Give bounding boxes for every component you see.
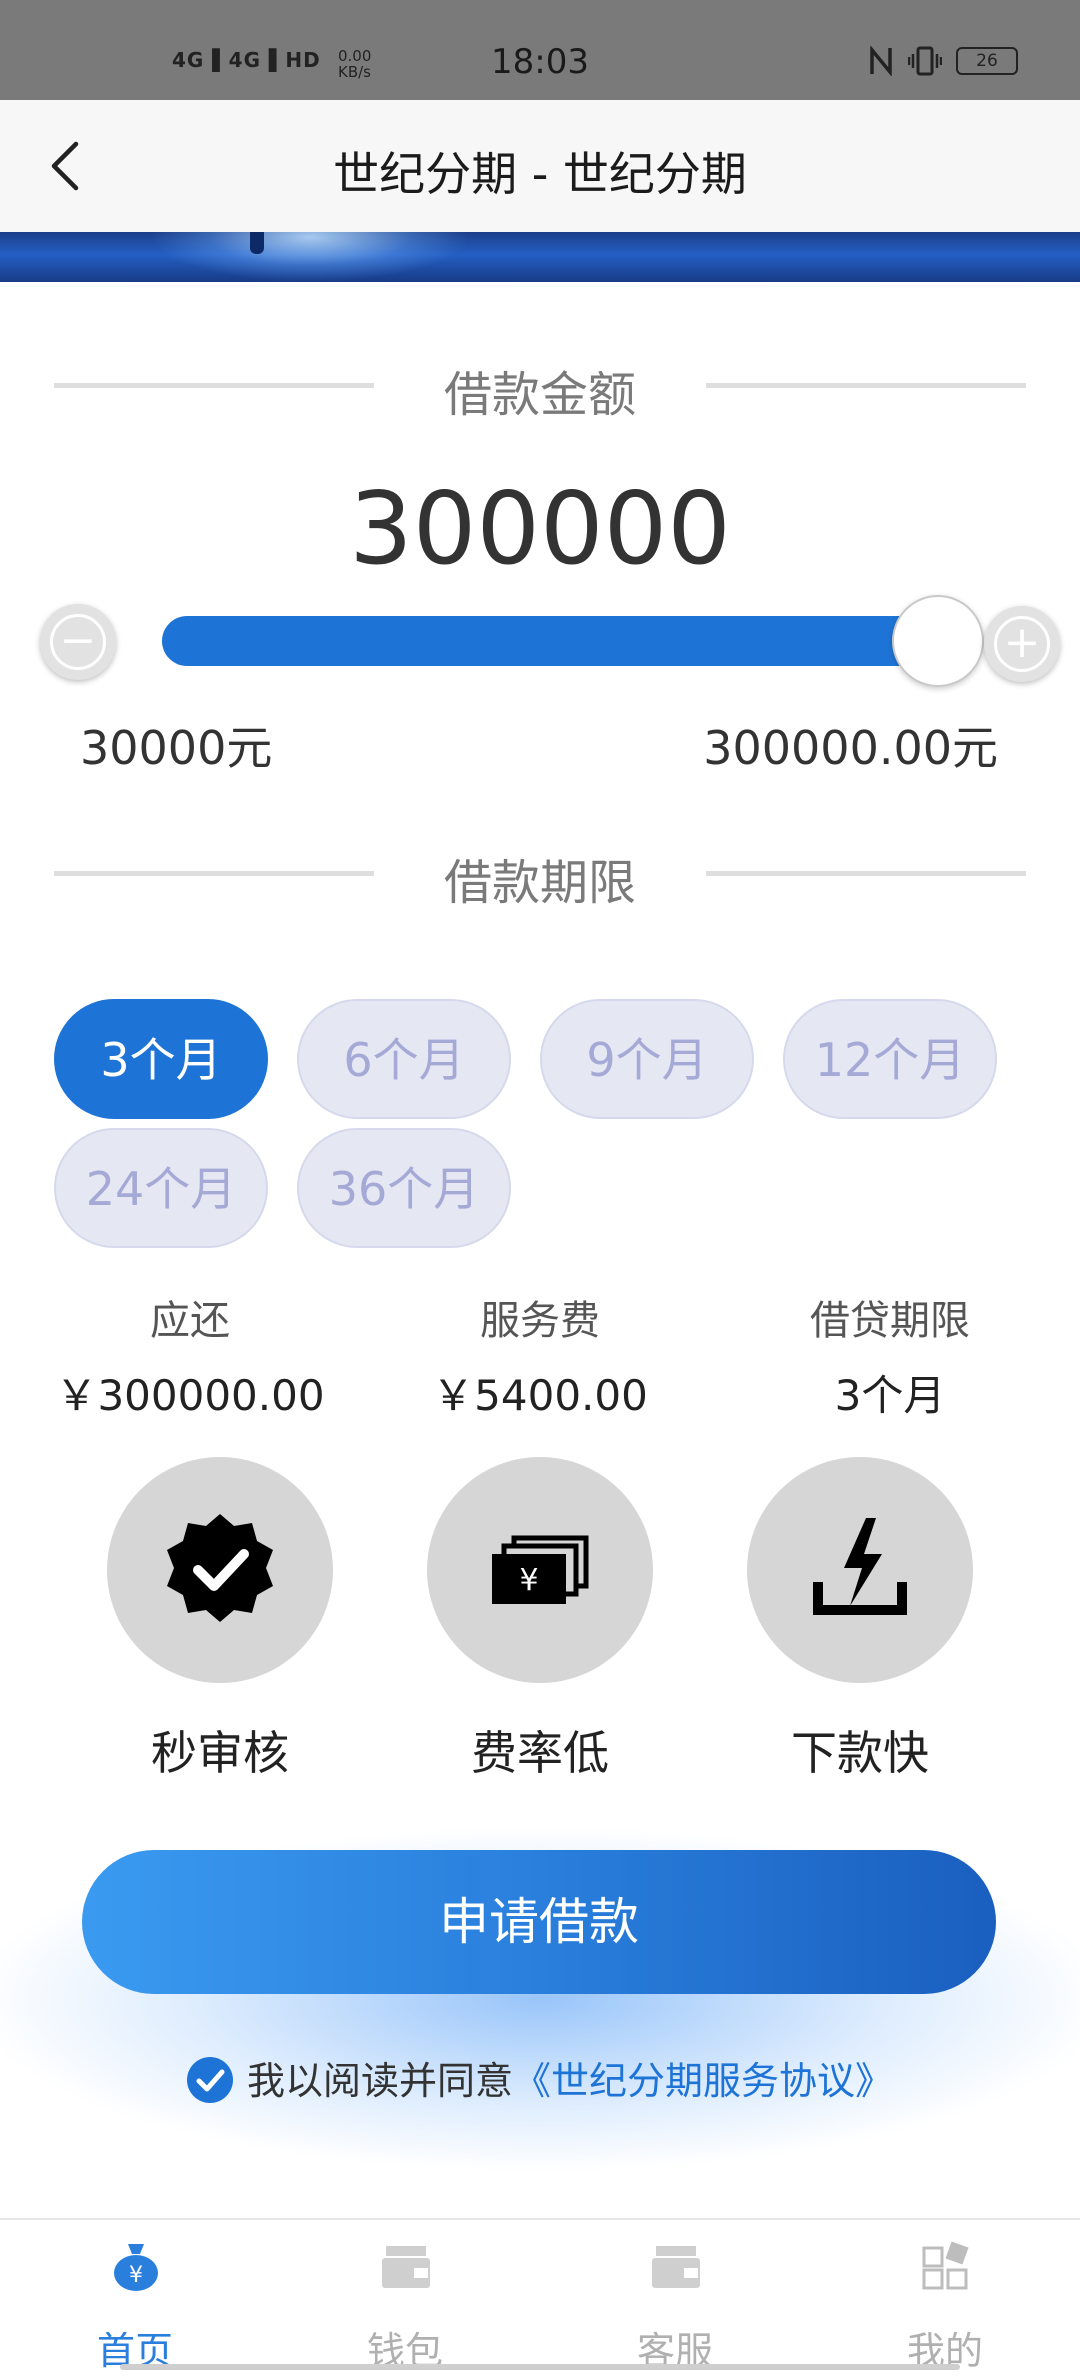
- feature-circle: [747, 1457, 973, 1683]
- bottom-nav: ¥ 首页 钱包 客服 我的: [0, 2218, 1080, 2376]
- plus-icon: +: [994, 616, 1050, 672]
- summary-value: ￥300000.00: [55, 1371, 325, 1420]
- battery-icon: 26: [956, 47, 1018, 75]
- banner-image: [0, 232, 1080, 282]
- agree-checkbox[interactable]: [186, 2056, 233, 2103]
- term-option-12[interactable]: 12个月: [783, 999, 997, 1119]
- feature-fast-review: 秒审核: [107, 1457, 333, 1783]
- home-indicator: [120, 2364, 960, 2370]
- term-option-6[interactable]: 6个月: [297, 999, 511, 1119]
- term-option-9[interactable]: 9个月: [540, 999, 754, 1119]
- summary-label: 应还: [150, 1298, 230, 1344]
- summary-service-fee: 服务费 ￥5400.00: [370, 1288, 710, 1423]
- grid-apps-icon: [922, 2241, 969, 2290]
- min-amount-label: 30000元: [80, 721, 273, 775]
- customer-service-icon: [652, 2246, 700, 2288]
- feature-low-rate: ¥ 费率低: [427, 1457, 653, 1783]
- nfc-icon: [870, 46, 892, 76]
- increase-amount-button[interactable]: +: [984, 606, 1060, 682]
- amount-title-text: 借款金额: [443, 367, 636, 423]
- decrease-amount-button[interactable]: −: [40, 604, 116, 680]
- nav-home[interactable]: ¥ 首页: [0, 2220, 270, 2376]
- status-right: 26: [868, 46, 1018, 76]
- amount-slider-track[interactable]: [162, 616, 948, 666]
- vibrate-icon: [908, 46, 942, 76]
- amount-section-title: 借款金额: [54, 355, 1026, 423]
- summary-label: 借贷期限: [810, 1298, 970, 1344]
- checkmark-icon: [196, 2069, 225, 2091]
- page-title: 世纪分期 - 世纪分期: [333, 147, 747, 201]
- agreement-link[interactable]: 《世纪分期服务协议》: [513, 2059, 893, 2103]
- banner-glow: [150, 232, 470, 282]
- wallet-icon: [382, 2246, 430, 2288]
- apply-loan-button[interactable]: 申请借款: [82, 1850, 996, 1994]
- lightning-icon: [813, 1518, 907, 1615]
- agreement-row: 我以阅读并同意《世纪分期服务协议》: [0, 2050, 1080, 2107]
- nav-wallet[interactable]: 钱包: [270, 2220, 540, 2376]
- minus-icon: −: [50, 614, 106, 670]
- summary-label: 服务费: [480, 1298, 600, 1344]
- summary-repay: 应还 ￥300000.00: [20, 1288, 360, 1423]
- max-amount-label: 300000.00元: [703, 721, 998, 775]
- nav-customer-service[interactable]: 客服: [540, 2220, 810, 2376]
- svg-text:¥: ¥: [519, 1563, 538, 1598]
- divider-line: [706, 383, 1026, 388]
- term-option-3[interactable]: 3个月: [54, 999, 268, 1119]
- app-header: 世纪分期 - 世纪分期: [0, 100, 1080, 232]
- agree-text: 我以阅读并同意: [246, 2059, 513, 2103]
- nav-mine[interactable]: 我的: [810, 2220, 1080, 2376]
- summary-value: 3个月: [834, 1371, 946, 1420]
- banner-sailboat: [250, 232, 264, 254]
- svg-text:¥: ¥: [129, 2263, 143, 2288]
- term-title-text: 借款期限: [443, 855, 636, 911]
- summary-term: 借贷期限 3个月: [720, 1288, 1060, 1423]
- feature-circle: [107, 1457, 333, 1683]
- feature-fast-payout: 下款快: [747, 1457, 973, 1783]
- summary-value: ￥5400.00: [432, 1371, 648, 1420]
- verified-badge-icon: [167, 1514, 273, 1622]
- divider-line: [706, 871, 1026, 876]
- amount-slider-thumb[interactable]: [892, 595, 984, 687]
- feature-circle: ¥: [427, 1457, 653, 1683]
- money-bag-icon: ¥: [114, 2244, 158, 2291]
- term-section-title: 借款期限: [54, 843, 1026, 911]
- term-option-24[interactable]: 24个月: [54, 1128, 268, 1248]
- status-bar: 4G▐ 4G▐ HD 0.00 KB/s 18:03 26: [0, 0, 1080, 100]
- loan-amount-value: 300000: [349, 470, 731, 587]
- cash-stack-icon: ¥: [492, 1535, 589, 1604]
- term-option-36[interactable]: 36个月: [297, 1128, 511, 1248]
